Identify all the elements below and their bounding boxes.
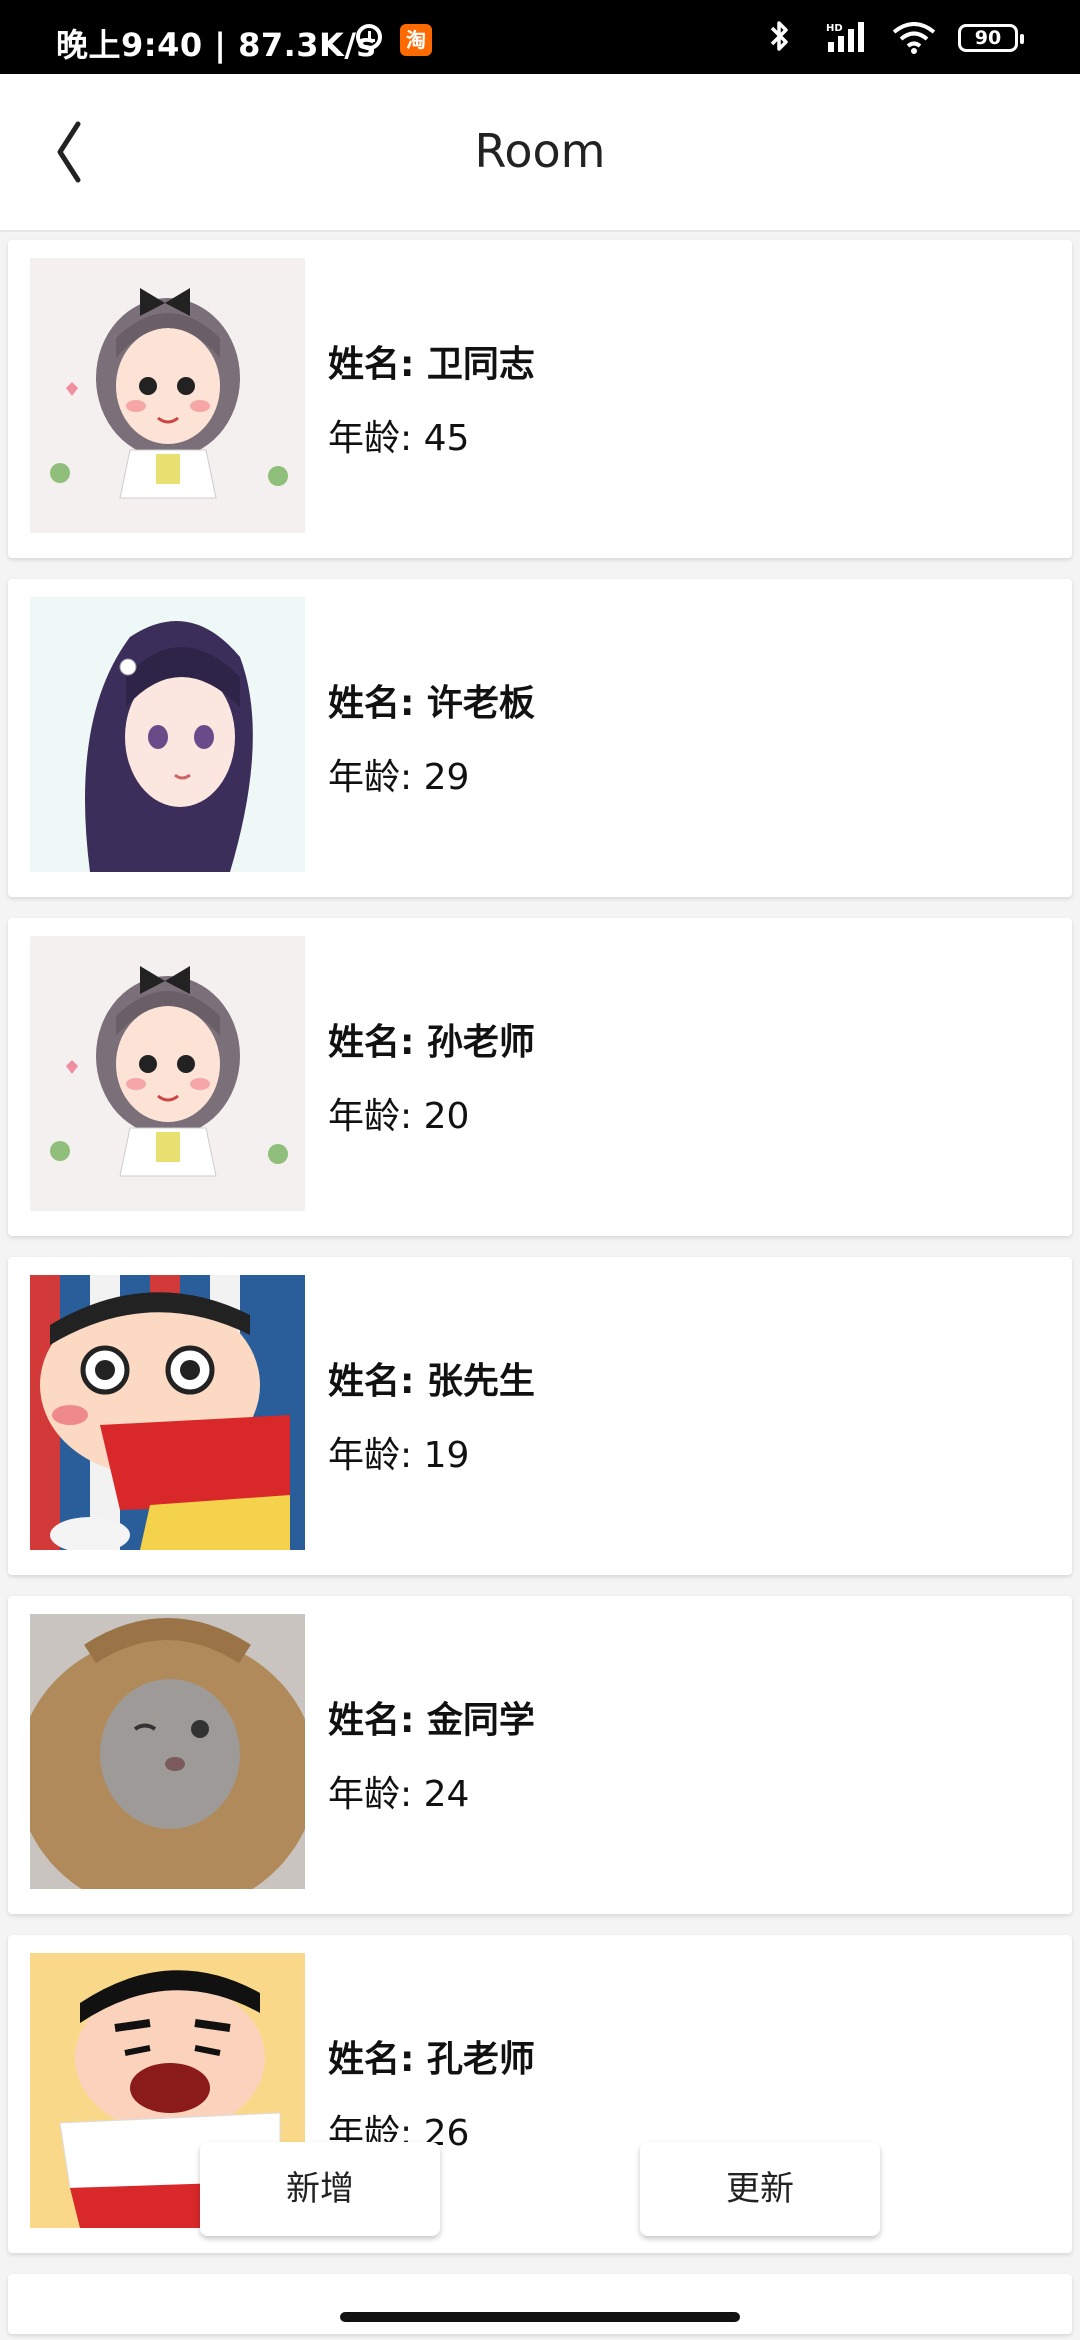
battery-icon: 90 bbox=[958, 24, 1024, 52]
page-title: Room bbox=[474, 124, 606, 178]
alarm-icon bbox=[356, 24, 382, 50]
avatar bbox=[30, 597, 305, 872]
signal-icon: HD bbox=[826, 22, 864, 52]
list-item[interactable]: 姓名: 许老板 年龄: 29 bbox=[8, 579, 1072, 897]
avatar bbox=[30, 1275, 305, 1550]
girl-with-bow-avatar-icon bbox=[30, 936, 305, 1211]
person-age: 年龄: 20 bbox=[328, 1096, 470, 1137]
update-button[interactable]: 更新 bbox=[640, 2142, 880, 2236]
person-name: 姓名: 张先生 bbox=[328, 1361, 535, 1402]
person-name: 姓名: 孔老师 bbox=[328, 2039, 535, 2080]
list-item[interactable]: 姓名: 金同学 年龄: 24 bbox=[8, 1596, 1072, 1914]
app-bar: Room bbox=[0, 74, 1080, 232]
taobao-icon: 淘 bbox=[400, 24, 432, 56]
bluetooth-icon bbox=[770, 21, 788, 51]
status-time: 晚上9:40 | 87.3K/s bbox=[56, 26, 377, 64]
avatar bbox=[30, 936, 305, 1211]
list-item[interactable]: 姓名: 张先生 年龄: 19 bbox=[8, 1257, 1072, 1575]
svg-text:HD: HD bbox=[826, 23, 843, 34]
home-indicator[interactable] bbox=[340, 2312, 740, 2322]
girl-with-bow-avatar-icon bbox=[30, 258, 305, 533]
list-item[interactable]: 姓名: 卫同志 年龄: 45 bbox=[8, 240, 1072, 558]
person-age: 年龄: 24 bbox=[328, 1774, 470, 1815]
person-name: 姓名: 许老板 bbox=[328, 683, 535, 724]
person-name: 姓名: 卫同志 bbox=[328, 344, 535, 385]
list-item[interactable] bbox=[8, 2274, 1072, 2334]
person-age: 年龄: 29 bbox=[328, 757, 470, 798]
anime-girl-avatar-icon bbox=[30, 597, 305, 872]
avatar bbox=[30, 258, 305, 533]
person-name: 姓名: 孙老师 bbox=[328, 1022, 535, 1063]
crayon-shin-chan-avatar-icon bbox=[30, 1275, 305, 1550]
person-name: 姓名: 金同学 bbox=[328, 1700, 535, 1741]
wifi-icon bbox=[892, 22, 936, 54]
person-age: 年龄: 45 bbox=[328, 418, 470, 459]
status-bar: 晚上9:40 | 87.3K/s 淘 HD 90 bbox=[0, 0, 1080, 74]
list-item[interactable]: 姓名: 孔老师 年龄: 26 bbox=[8, 1935, 1072, 2253]
avatar bbox=[30, 1614, 305, 1889]
person-age: 年龄: 19 bbox=[328, 1435, 470, 1476]
add-button[interactable]: 新增 bbox=[200, 2142, 440, 2236]
cat-in-sweater-avatar-icon bbox=[30, 1614, 305, 1889]
list-item[interactable]: 姓名: 孙老师 年龄: 20 bbox=[8, 918, 1072, 1236]
